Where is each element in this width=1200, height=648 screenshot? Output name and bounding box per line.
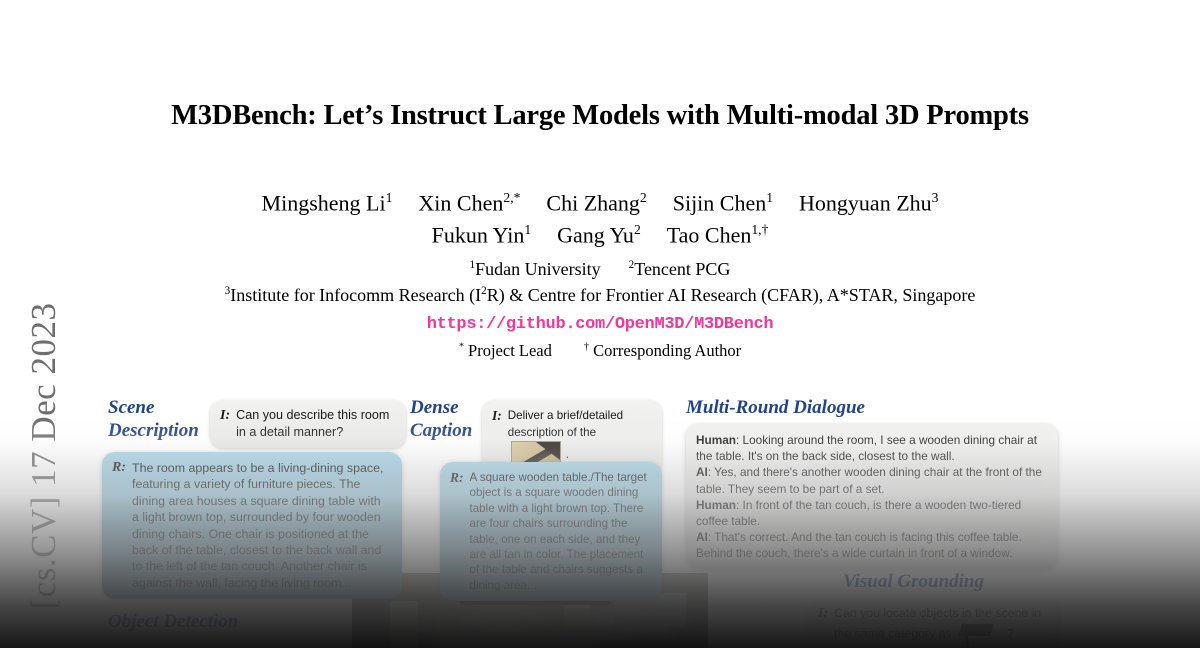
author-name: Mingsheng Li: [261, 190, 386, 216]
response-text: A square wooden table./The target object…: [469, 471, 647, 592]
response-tag: R:: [450, 470, 464, 485]
dialogue-text: : Looking around the room, I see a woode…: [696, 433, 1038, 464]
author-name: Xin Chen: [418, 190, 504, 216]
scene-chair-left: [390, 601, 418, 647]
scene-chair-right: [564, 605, 590, 645]
paper-teaser-page: [cs.CV] 17 Dec 2023 M3DBench: Let’s Inst…: [0, 0, 1200, 648]
author-affiliation-marker: 2: [633, 222, 641, 238]
author-list-row-1: Mingsheng Li1 Xin Chen2,* Chi Zhang2 Sijin …: [0, 190, 1200, 216]
footnote-row: * Project Lead † Corresponding Author: [0, 341, 1200, 361]
author-affiliation-marker: 1: [524, 222, 532, 238]
instruction-text: Can you locate objects in the scene in t…: [834, 605, 1048, 646]
affiliation-name: Tencent PCG: [634, 258, 731, 279]
instruction-text-after: .: [565, 448, 569, 462]
author-entry: Fukun Yin1: [432, 222, 532, 248]
prompt-content: I: Can you locate objects in the scene i…: [818, 605, 1048, 646]
multi-round-dialogue-bubble: Human: Looking around the room, I see a …: [686, 424, 1058, 570]
author-affiliation-marker: 2,*: [503, 190, 521, 205]
author-name: Sijin Chen: [672, 190, 767, 216]
footnote-entry: * Project Lead: [459, 341, 552, 361]
author-entry: Mingsheng Li1: [262, 190, 393, 216]
paper-header: M3DBench: Let’s Instruct Large Models wi…: [0, 0, 1200, 361]
dialogue-turn: AI: Yes, and there's another wooden dini…: [696, 464, 1046, 496]
dialogue-turn: Human: Looking around the room, I see a …: [696, 432, 1046, 464]
instruction-text-before: Deliver a brief/detailed description of …: [507, 409, 624, 439]
author-affiliation-marker: 1: [766, 190, 774, 205]
dialogue-speaker: Human: [696, 433, 736, 447]
section-title-multi-round-dialogue: Multi-Round Dialogue: [686, 397, 865, 418]
affiliation-name: Fudan University: [475, 258, 601, 279]
scene-description-answer-bubble: R: The room appears to be a living-dinin…: [102, 452, 402, 600]
author-affiliation-marker: 3: [931, 190, 939, 205]
instruction-tag: I:: [492, 408, 502, 423]
dialogue-turn: Human: In front of the tan couch, is the…: [696, 497, 1046, 529]
affiliation-entry: 2Tencent PCG: [629, 259, 731, 280]
visual-grounding-prompt-bubble: I: Can you locate objects in the scene i…: [808, 598, 1060, 648]
author-name: Tao Chen: [666, 222, 752, 248]
instruction-text: Deliver a brief/detailed description of …: [507, 407, 650, 471]
instruction-text: Can you describe this room in a detail m…: [236, 408, 390, 439]
author-name: Chi Zhang: [546, 190, 640, 216]
affiliation-row-2: 3Institute for Infocomm Research (I2R) &…: [0, 285, 1200, 306]
answer-content: R: The room appears to be a living-dinin…: [112, 460, 390, 591]
affiliation-entry: 1Fudan University: [470, 259, 601, 280]
author-affiliation-marker: 2: [639, 190, 647, 205]
affiliation-name-part-a: Institute for Infocomm Research (I: [230, 284, 482, 305]
instruction-tag: I:: [220, 408, 231, 423]
instruction-text-after: ?: [1006, 626, 1014, 641]
author-name: Hongyuan Zhu: [799, 190, 932, 216]
response-tag: R:: [112, 460, 126, 475]
footnote-text: Corresponding Author: [593, 340, 742, 360]
dialogue-text: : Yes, and there's another wooden dining…: [696, 465, 1042, 496]
author-list-row-2: Fukun Yin1 Gang Yu2 Tao Chen1,†: [0, 222, 1200, 248]
section-title-visual-grounding: Visual Grounding: [843, 571, 984, 592]
project-url-link[interactable]: https://github.com/OpenM3D/M3DBench: [0, 315, 1200, 334]
author-affiliation-marker: 1,†: [751, 222, 769, 238]
author-entry: Xin Chen2,*: [418, 190, 520, 216]
footnote-text: Project Lead: [468, 340, 552, 360]
dialogue-text: : In front of the tan couch, is there a …: [696, 497, 1022, 529]
answer-content: R: A square wooden table./The target obj…: [450, 470, 650, 593]
scene-description-prompt-bubble: I: Can you describe this room in a detai…: [210, 400, 406, 448]
author-entry: Chi Zhang2: [546, 190, 646, 216]
section-title-scene-description: Scene Description: [108, 397, 199, 441]
chair-thumbnail-image: [956, 622, 1002, 648]
instruction-tag: I:: [818, 606, 829, 621]
dense-caption-answer-bubble: R: A square wooden table./The target obj…: [440, 462, 662, 602]
footnote-marker: *: [458, 341, 464, 353]
response-text: The room appears to be a living-dining s…: [132, 461, 384, 590]
author-entry: Sijin Chen1: [673, 190, 773, 216]
author-affiliation-marker: 1: [385, 190, 393, 205]
arxiv-stamp: [cs.CV] 17 Dec 2023: [24, 302, 63, 610]
prompt-content: I: Deliver a brief/detailed description …: [492, 407, 650, 471]
dialogue-speaker: Human: [696, 497, 736, 512]
footnote-entry: † Corresponding Author: [584, 341, 741, 361]
prompt-content: I: Can you describe this room in a detai…: [220, 407, 394, 441]
author-entry: Hongyuan Zhu3: [799, 190, 938, 216]
dialogue-turn: AI: That's correct. And the tan couch is…: [696, 529, 1046, 561]
section-title-object-detection: Object Detection: [108, 611, 239, 632]
author-entry: Tao Chen1,†: [667, 222, 769, 248]
dialogue-speaker: AI: [696, 530, 708, 545]
page-title: M3DBench: Let’s Instruct Large Models wi…: [171, 100, 1029, 131]
affiliation-name-part-b: R) & Centre for Frontier AI Research (CF…: [486, 284, 976, 305]
footnote-marker: †: [583, 341, 589, 353]
author-name: Fukun Yin: [431, 222, 525, 248]
affiliation-row-1: 1Fudan University 2Tencent PCG: [0, 259, 1200, 280]
dialogue-speaker: AI: [696, 465, 708, 480]
author-name: Gang Yu: [557, 222, 634, 248]
dialogue-text: : That's correct. And the tan couch is f…: [696, 530, 1022, 561]
author-entry: Gang Yu2: [557, 222, 641, 248]
